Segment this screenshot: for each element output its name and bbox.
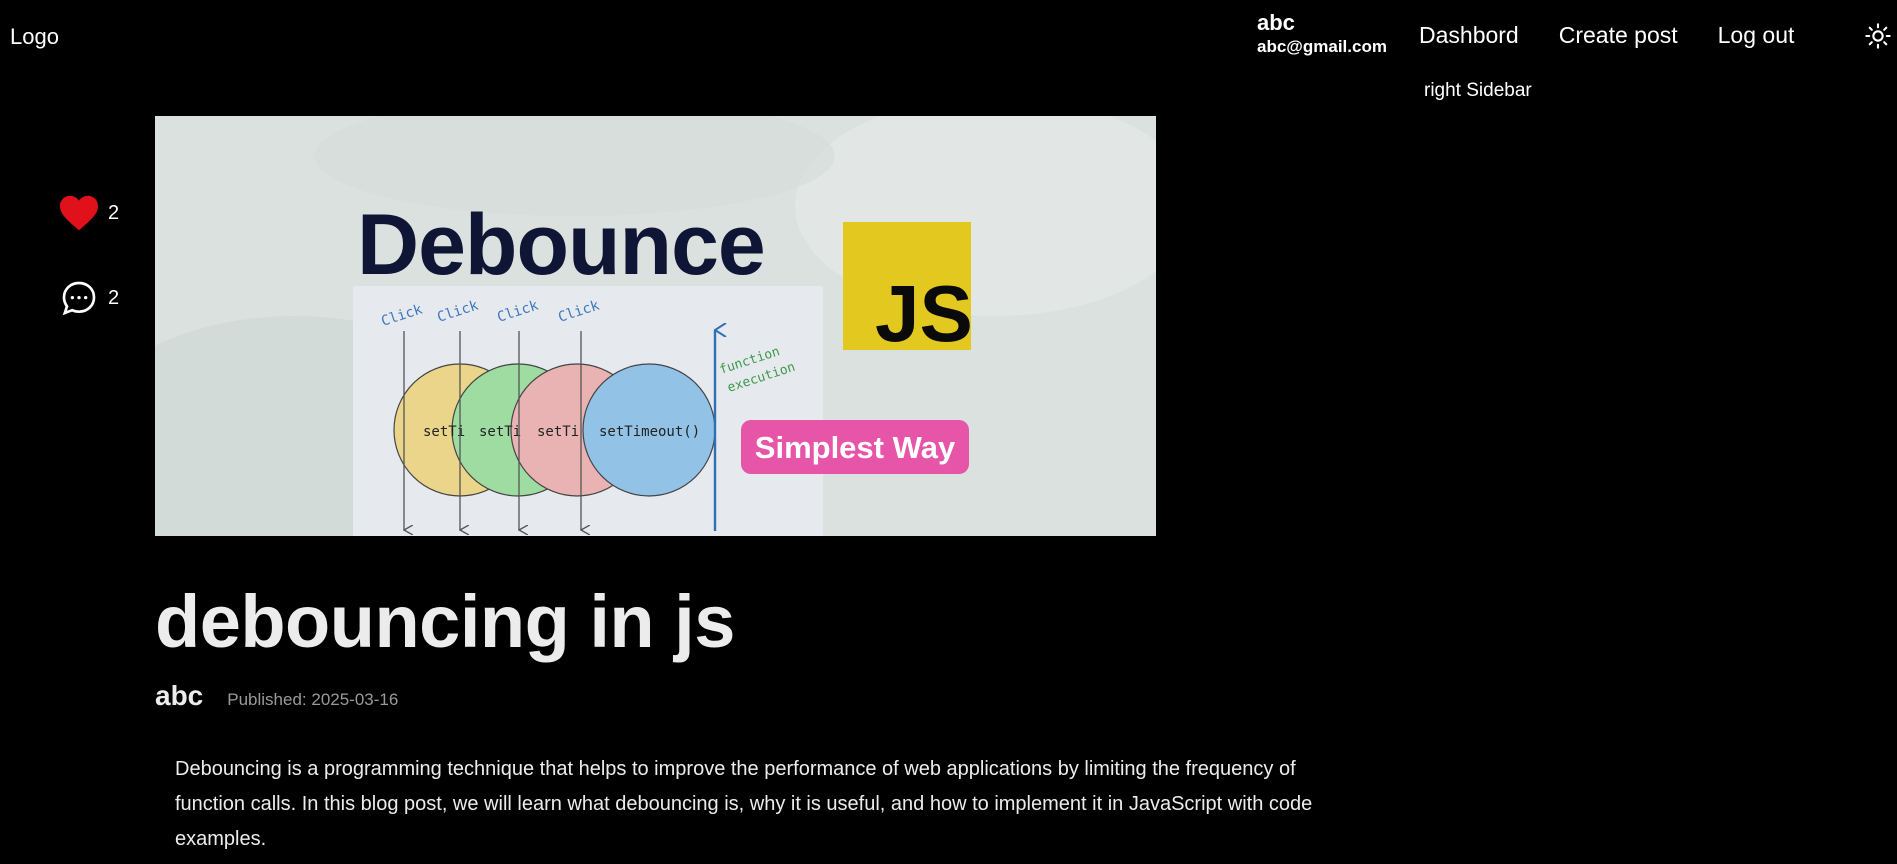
user-name: abc — [1257, 10, 1295, 35]
right-sidebar-label: right Sidebar — [1424, 80, 1532, 101]
post-title: debouncing in js — [155, 580, 735, 663]
timeout-label: setTi — [423, 424, 465, 440]
timeout-label-full: setTimeout() — [599, 424, 700, 440]
like-count: 2 — [108, 201, 120, 224]
post-reactions: 2 2 — [58, 194, 119, 318]
theme-toggle-button[interactable] — [1864, 22, 1892, 50]
js-badge-text: JS — [875, 269, 973, 358]
comment-icon — [62, 281, 96, 316]
logo[interactable]: Logo — [10, 24, 59, 50]
comment-count: 2 — [108, 286, 120, 309]
main-nav: Dashbord Create post Log out — [1419, 22, 1794, 49]
timeout-label: setTi — [479, 424, 521, 440]
heart-icon — [60, 195, 98, 231]
post-author[interactable]: abc — [155, 680, 203, 712]
comment-button[interactable]: 2 — [58, 278, 119, 318]
post-body: Debouncing is a programming technique th… — [175, 758, 1313, 850]
user-info: abc abc@gmail.com — [1257, 10, 1387, 57]
user-email: abc@gmail.com — [1257, 37, 1387, 57]
nav-logout-link[interactable]: Log out — [1718, 22, 1795, 49]
simplest-way-text: Simplest Way — [755, 430, 956, 465]
like-button[interactable]: 2 — [58, 194, 119, 232]
nav-dashboard-link[interactable]: Dashbord — [1419, 22, 1519, 49]
post-meta: abc Published: 2025-03-16 — [155, 680, 398, 712]
post-published-date: Published: 2025-03-16 — [227, 690, 399, 709]
hero-title: Debounce — [357, 197, 765, 293]
sun-icon — [1865, 23, 1891, 49]
post-cover-image: Debounce JS Click Click Click Click setT… — [155, 116, 1156, 536]
timeout-label: setTi — [537, 424, 579, 440]
nav-create-post-link[interactable]: Create post — [1559, 22, 1678, 49]
